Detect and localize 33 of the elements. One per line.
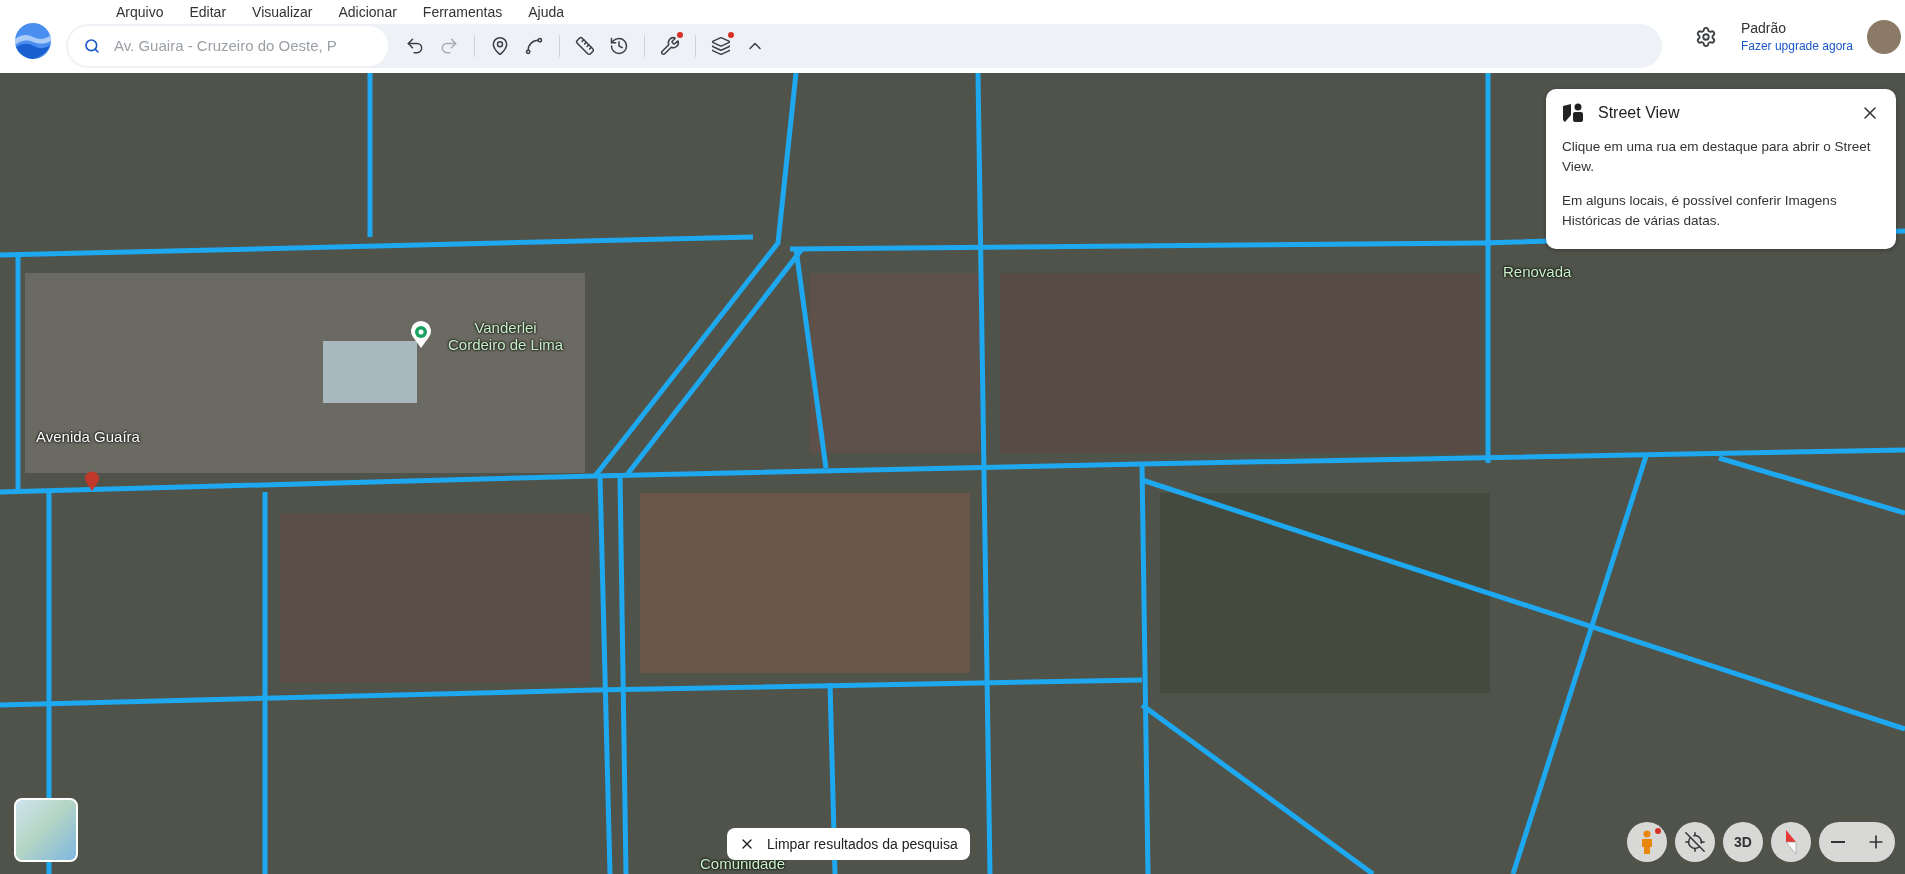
panel-text: Clique em uma rua em destaque para abrir o Street View. xyxy=(1562,138,1872,176)
menu-item[interactable]: Ferramentas xyxy=(422,3,503,20)
search-icon xyxy=(84,37,100,54)
menu-item[interactable]: Editar xyxy=(189,3,227,20)
path-icon xyxy=(524,35,544,56)
place-marker-icon xyxy=(410,321,432,349)
app-logo-icon xyxy=(14,21,52,60)
street-view-icon xyxy=(1562,103,1584,123)
clear-results-button[interactable]: Limpar resultados da pesquisa xyxy=(727,828,970,860)
panel-title: Street View xyxy=(1598,104,1681,122)
tools-icon xyxy=(660,35,680,56)
menu-item[interactable]: Adicionar xyxy=(338,3,397,20)
plan-name: Padrão xyxy=(1740,20,1788,36)
menu-item[interactable]: Arquivo xyxy=(116,3,164,20)
upgrade-link[interactable]: Fazer upgrade agora xyxy=(1740,39,1853,53)
minus-icon xyxy=(1831,841,1845,843)
map-type-thumbnail[interactable] xyxy=(14,798,78,862)
tilt-off-icon xyxy=(1684,831,1706,853)
pegman-icon xyxy=(1639,830,1655,854)
menu-item[interactable]: Ajuda xyxy=(528,3,565,20)
location-pin-icon xyxy=(84,471,100,491)
compass-icon xyxy=(1784,829,1798,855)
layers-icon xyxy=(711,35,731,56)
avatar[interactable] xyxy=(1867,19,1901,54)
place-label: Vanderlei Cordeiro de Lima xyxy=(448,319,564,353)
panel-text: Em alguns locais, é possível conferir Imagens Históricas de várias datas. xyxy=(1562,192,1838,230)
ruler-icon xyxy=(575,35,595,56)
settings-icon[interactable] xyxy=(1694,25,1717,48)
history-icon xyxy=(609,35,629,56)
pin-icon xyxy=(490,35,510,56)
place-label: Renovada xyxy=(1503,263,1572,280)
street-label: Avenida Guaíra xyxy=(36,428,140,445)
menu-item[interactable]: Visualizar xyxy=(252,3,313,20)
